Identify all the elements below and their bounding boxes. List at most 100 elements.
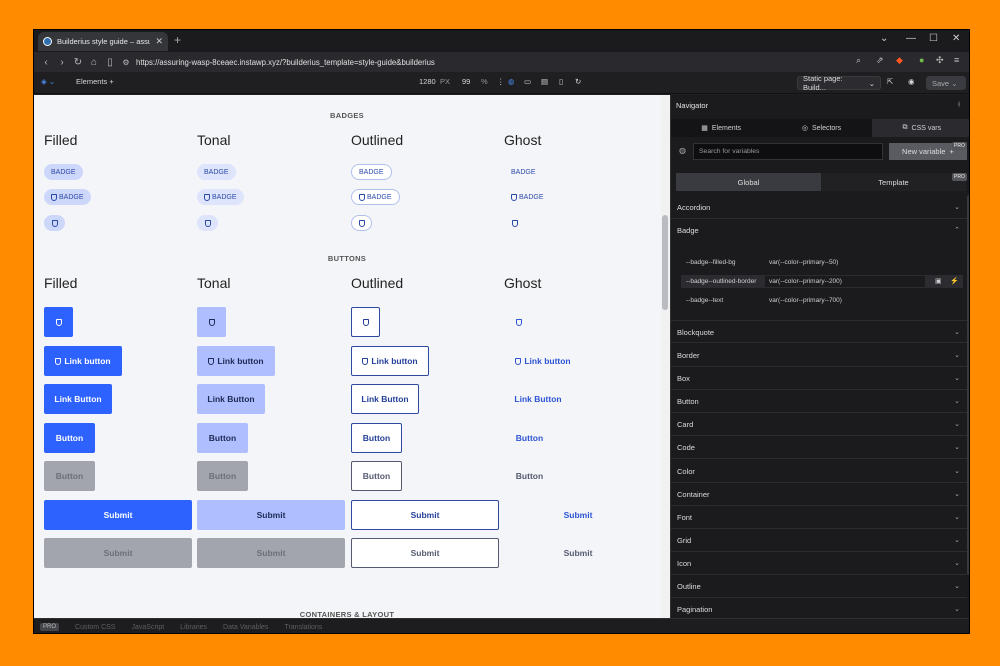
new-tab-icon[interactable]: + bbox=[174, 33, 181, 47]
footer-custom-css[interactable]: Custom CSS bbox=[75, 624, 115, 631]
icon-button-tonal[interactable] bbox=[197, 307, 226, 337]
tab-list-icon[interactable]: ⌄ bbox=[880, 33, 888, 44]
url-field[interactable]: https://assuring-wasp-8ceaec.instawp.xyz… bbox=[136, 58, 435, 67]
submit-ghost[interactable]: Submit bbox=[504, 500, 652, 530]
bookmark-icon[interactable]: ▯ bbox=[102, 57, 118, 68]
more-icon[interactable]: ⋮ bbox=[497, 77, 505, 86]
tablet-icon[interactable]: ▤ bbox=[541, 77, 548, 86]
link-button-icon-tonal[interactable]: Link button bbox=[197, 346, 275, 376]
close-tab-icon[interactable]: ✕ bbox=[155, 36, 163, 47]
extensions-icon[interactable]: ✣ bbox=[936, 55, 944, 66]
globe-scope-icon[interactable]: ◍ bbox=[679, 146, 686, 155]
site-info-icon[interactable]: ⚙ bbox=[118, 58, 134, 67]
maximize-icon[interactable]: ☐ bbox=[929, 33, 938, 44]
back-icon[interactable]: ‹ bbox=[38, 57, 54, 68]
section-button[interactable]: Button ⌄ bbox=[671, 390, 967, 413]
vpn-icon[interactable]: ● bbox=[919, 55, 924, 65]
section-outline[interactable]: Outline ⌄ bbox=[671, 575, 967, 598]
link-button-tonal[interactable]: Link Button bbox=[197, 384, 265, 414]
submit-tonal[interactable]: Submit bbox=[197, 500, 345, 530]
link-button-outlined[interactable]: Link Button bbox=[351, 384, 419, 414]
save-icon[interactable]: ▣ bbox=[935, 277, 942, 285]
button-label: Submit bbox=[103, 510, 133, 520]
section-blockquote[interactable]: Blockquote ⌄ bbox=[671, 320, 967, 343]
var-row[interactable]: --badge--filled-bg var(--color--primary--… bbox=[681, 256, 963, 269]
menu-icon[interactable]: ≡ bbox=[954, 55, 959, 65]
var-row[interactable]: --badge--text var(--color--primary--700) bbox=[681, 294, 963, 307]
home-icon[interactable]: ⌂ bbox=[86, 57, 102, 68]
section-grid[interactable]: Grid ⌄ bbox=[671, 529, 967, 552]
badge-text: BADGE bbox=[359, 168, 384, 176]
section-box[interactable]: Box ⌄ bbox=[671, 367, 967, 390]
zoom-icon[interactable]: ⌕ bbox=[856, 55, 861, 66]
section-label: Font bbox=[677, 513, 693, 522]
refresh-preview-icon[interactable]: ↻ bbox=[575, 77, 581, 86]
footer-javascript[interactable]: JavaScript bbox=[131, 624, 164, 631]
scope-global[interactable]: Global bbox=[676, 173, 821, 191]
badge-text: BADGE bbox=[519, 193, 544, 201]
tab-elements[interactable]: ▦ Elements bbox=[671, 119, 771, 137]
pin-icon[interactable]: ⍿ bbox=[958, 100, 960, 110]
link-button-icon-filled[interactable]: Link button bbox=[44, 346, 122, 376]
icon-button-outlined[interactable] bbox=[351, 307, 380, 337]
section-icon[interactable]: Icon ⌄ bbox=[671, 552, 967, 575]
section-accordion[interactable]: Accordion ⌄ bbox=[671, 196, 967, 219]
elements-menu[interactable]: Elements + bbox=[76, 77, 114, 86]
section-container[interactable]: Container ⌄ bbox=[671, 483, 967, 506]
section-code[interactable]: Code ⌄ bbox=[671, 436, 967, 459]
section-badge[interactable]: Badge ⌃ bbox=[671, 219, 967, 242]
icon-button-ghost[interactable] bbox=[504, 307, 533, 337]
var-row-selected[interactable]: --badge--outlined-border var(--color--pri… bbox=[681, 275, 963, 288]
share-icon[interactable]: ⇗ bbox=[876, 55, 884, 66]
button-filled[interactable]: Button bbox=[44, 423, 95, 453]
page-select[interactable]: Static page: Build... ⌄ bbox=[797, 74, 881, 92]
link-button-icon-ghost[interactable]: Link button bbox=[504, 346, 582, 376]
section-pagination[interactable]: Pagination ⌄ bbox=[671, 598, 967, 618]
wand-icon[interactable]: ⚡ bbox=[950, 277, 959, 285]
canvas-preview: BADGES Filled Tonal Outlined Ghost BADGE… bbox=[34, 95, 670, 618]
globe-icon[interactable]: ◍ bbox=[508, 77, 515, 86]
zoom-input[interactable]: 99 bbox=[462, 77, 470, 86]
section-color[interactable]: Color ⌄ bbox=[671, 460, 967, 483]
icon-button-filled[interactable] bbox=[44, 307, 73, 337]
section-card[interactable]: Card ⌄ bbox=[671, 413, 967, 436]
new-variable-label: New variable bbox=[902, 147, 946, 156]
save-button[interactable]: Save ⌄ bbox=[926, 76, 966, 90]
tab-selectors[interactable]: ◎ Selectors bbox=[771, 119, 871, 137]
navigator-scrollbar[interactable] bbox=[967, 195, 969, 575]
section-font[interactable]: Font ⌄ bbox=[671, 506, 967, 529]
width-input[interactable]: 1280 bbox=[419, 77, 436, 86]
preview-eye-icon[interactable]: ◉ bbox=[908, 77, 915, 86]
section-border[interactable]: Border ⌄ bbox=[671, 344, 967, 367]
external-link-icon[interactable]: ⇱ bbox=[887, 77, 893, 86]
brave-shield-icon[interactable]: ◆ bbox=[896, 55, 903, 66]
link-button-filled[interactable]: Link Button bbox=[44, 384, 112, 414]
scrollbar-thumb[interactable] bbox=[662, 215, 668, 310]
footer-translations[interactable]: Translations bbox=[284, 624, 322, 631]
link-button-icon-outlined[interactable]: Link button bbox=[351, 346, 429, 376]
minimize-icon[interactable]: — bbox=[906, 33, 916, 44]
footer-libraries[interactable]: Libraries bbox=[180, 624, 207, 631]
reload-icon[interactable]: ↻ bbox=[70, 57, 86, 68]
footer-data-variables[interactable]: Data Variables bbox=[223, 624, 268, 631]
link-button-ghost[interactable]: Link Button bbox=[504, 384, 572, 414]
variable-search-input[interactable]: Search for variables bbox=[693, 143, 883, 160]
close-window-icon[interactable]: ✕ bbox=[952, 33, 960, 44]
builderius-logo-icon[interactable]: ◈ ⌄ bbox=[41, 77, 55, 86]
canvas-scrollbar[interactable] bbox=[661, 95, 670, 618]
selector-icon: ◎ bbox=[801, 125, 808, 132]
button-ghost[interactable]: Button bbox=[504, 423, 555, 453]
button-tonal[interactable]: Button bbox=[197, 423, 248, 453]
scope-template[interactable]: Template bbox=[821, 173, 966, 191]
tab-css-vars[interactable]: ⧉ CSS vars bbox=[871, 119, 969, 137]
button-outlined[interactable]: Button bbox=[351, 423, 402, 453]
desktop-icon[interactable]: ▭ bbox=[524, 77, 531, 86]
submit-outlined[interactable]: Submit bbox=[351, 500, 499, 530]
forward-icon[interactable]: › bbox=[54, 57, 70, 68]
buttons-col-ghost: Ghost bbox=[504, 275, 542, 291]
button-label: Button bbox=[208, 433, 237, 443]
submit-filled[interactable]: Submit bbox=[44, 500, 192, 530]
browser-tab[interactable]: Builderius style guide – assuring ✕ bbox=[38, 32, 168, 51]
mobile-icon[interactable]: ▯ bbox=[559, 77, 563, 86]
badge-text: BADGE bbox=[59, 193, 84, 201]
